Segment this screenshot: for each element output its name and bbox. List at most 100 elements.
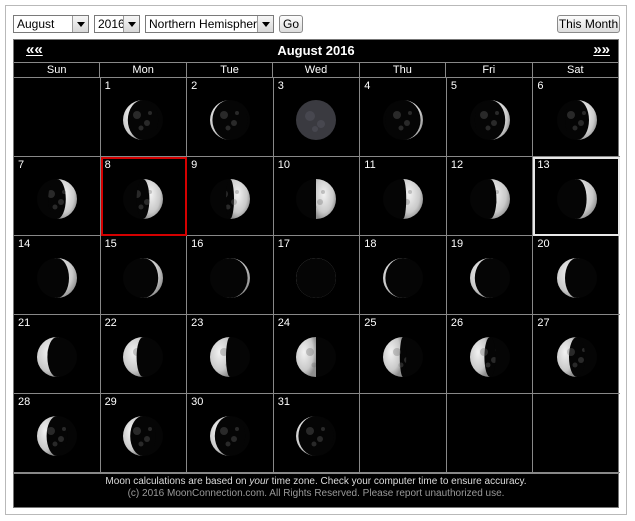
moon-phase-icon xyxy=(123,416,164,456)
moon-phase-icon xyxy=(556,258,597,298)
day-cell-17[interactable]: 17 xyxy=(273,236,361,315)
weekday-sun: Sun xyxy=(14,63,101,77)
chevron-down-icon[interactable] xyxy=(257,16,273,32)
day-cell-9[interactable]: 9 xyxy=(187,157,274,236)
day-number: 10 xyxy=(277,159,290,171)
day-cell-1[interactable]: 1 xyxy=(100,78,188,157)
day-cell-20[interactable]: 20 xyxy=(533,236,620,315)
day-number: 22 xyxy=(104,317,117,329)
weekday-mon: Mon xyxy=(100,63,187,77)
moon-phase-icon xyxy=(123,100,164,140)
empty-day-cell xyxy=(360,394,447,473)
day-cell-10[interactable]: 10 xyxy=(273,157,361,236)
hemisphere-select-value: Northern Hemisphere xyxy=(149,17,264,31)
day-cell-3[interactable]: 3 xyxy=(273,78,361,157)
go-button[interactable]: Go xyxy=(279,15,303,33)
day-cell-22[interactable]: 22 xyxy=(100,315,188,394)
day-cell-23[interactable]: 23 xyxy=(187,315,274,394)
day-number: 30 xyxy=(191,396,204,408)
day-cell-7[interactable]: 7 xyxy=(14,157,101,236)
day-number: 14 xyxy=(18,238,31,250)
timezone-note-post: time zone. Check your computer time to e… xyxy=(268,476,527,487)
moon-phase-icon xyxy=(36,337,77,377)
day-cell-30[interactable]: 30 xyxy=(187,394,274,473)
day-cell-18[interactable]: 18 xyxy=(360,236,447,315)
day-cell-28[interactable]: 28 xyxy=(14,394,101,473)
day-number: 16 xyxy=(191,238,204,250)
day-number: 6 xyxy=(537,80,544,92)
day-number: 25 xyxy=(364,317,377,329)
calendar-header: «« August 2016 »» xyxy=(14,40,618,62)
calendar: «« August 2016 »» Sun Mon Tue Wed Thu Fri Sat … xyxy=(13,39,620,508)
month-select-value: August xyxy=(17,17,55,31)
day-cell-26[interactable]: 26 xyxy=(446,315,534,394)
day-number: 5 xyxy=(450,80,457,92)
moon-phase-icon xyxy=(123,179,164,219)
day-cell-27[interactable]: 27 xyxy=(533,315,620,394)
day-number: 17 xyxy=(277,238,290,250)
day-cell-19[interactable]: 19 xyxy=(446,236,534,315)
moon-phase-icon xyxy=(383,258,424,298)
moon-phase-icon xyxy=(123,337,164,377)
moon-phase-icon xyxy=(209,337,250,377)
day-number: 12 xyxy=(450,159,464,171)
moon-phase-icon xyxy=(36,416,77,456)
chevron-down-icon[interactable] xyxy=(72,16,88,32)
moon-phase-icon xyxy=(296,258,337,298)
calendar-grid: 1 2 3 4 5 6 7 8 9 10 11 12 13 14 15 16 17 18 19 20 21 22 23 24 2… xyxy=(14,78,620,473)
day-number: 26 xyxy=(450,317,464,329)
moon-phase-icon xyxy=(36,258,77,298)
day-cell-12[interactable]: 12 xyxy=(446,157,534,236)
weekday-sat: Sat xyxy=(566,64,584,76)
moon-phase-icon xyxy=(469,258,510,298)
day-number: 21 xyxy=(18,317,31,329)
day-number: 27 xyxy=(537,317,550,329)
day-cell-14[interactable]: 14 xyxy=(14,236,101,315)
year-select[interactable]: 2016 xyxy=(94,15,140,33)
day-cell-29[interactable]: 29 xyxy=(100,394,188,473)
day-number: 23 xyxy=(191,317,204,329)
day-cell-21[interactable]: 21 xyxy=(14,315,101,394)
day-cell-25[interactable]: 25 xyxy=(360,315,447,394)
weekday-tue: Tue xyxy=(187,63,274,77)
moon-phase-icon xyxy=(36,179,77,219)
day-cell-5[interactable]: 5 xyxy=(446,78,534,157)
day-number: 18 xyxy=(364,238,377,250)
moon-phase-icon xyxy=(123,258,164,298)
day-cell-6[interactable]: 6 xyxy=(533,78,620,157)
day-number: 4 xyxy=(364,80,371,92)
day-cell-2[interactable]: 2 xyxy=(187,78,274,157)
day-number: 8 xyxy=(104,159,111,171)
calendar-title: August 2016 xyxy=(277,43,355,58)
day-number: 31 xyxy=(277,396,290,408)
timezone-note-pre: Moon calculations are based on xyxy=(105,476,250,487)
day-number: 2 xyxy=(191,80,198,92)
day-cell-16[interactable]: 16 xyxy=(187,236,274,315)
day-cell-4[interactable]: 4 xyxy=(360,78,447,157)
day-number: 24 xyxy=(277,317,290,329)
moon-phase-icon xyxy=(296,337,337,377)
day-cell-15[interactable]: 15 xyxy=(100,236,188,315)
moon-phase-icon xyxy=(209,416,250,456)
moon-phase-icon xyxy=(296,416,337,456)
moon-phase-icon xyxy=(383,179,424,219)
day-cell-8[interactable]: 8 xyxy=(100,157,188,236)
day-cell-24[interactable]: 24 xyxy=(273,315,361,394)
moon-phase-icon xyxy=(469,337,510,377)
moon-phase-icon xyxy=(556,100,597,140)
next-month-link[interactable]: »» xyxy=(593,41,610,58)
day-number: 3 xyxy=(277,80,284,92)
weekday-header-row: Sun Mon Tue Wed Thu Fri Sat xyxy=(14,62,618,78)
moon-phase-icon xyxy=(556,337,597,377)
year-select-value: 2016 xyxy=(98,17,125,31)
toolbar: August 2016 Northern Hemisphere Go This … xyxy=(13,15,620,33)
day-cell-13[interactable]: 13 xyxy=(533,157,620,236)
chevron-down-icon[interactable] xyxy=(123,16,139,32)
moon-phase-icon xyxy=(209,100,250,140)
day-cell-11[interactable]: 11 xyxy=(360,157,447,236)
month-select[interactable]: August xyxy=(13,15,89,33)
day-cell-31[interactable]: 31 xyxy=(273,394,361,473)
weekday-wed: Wed xyxy=(273,63,360,77)
this-month-button[interactable]: This Month xyxy=(557,15,620,33)
hemisphere-select[interactable]: Northern Hemisphere xyxy=(145,15,274,33)
